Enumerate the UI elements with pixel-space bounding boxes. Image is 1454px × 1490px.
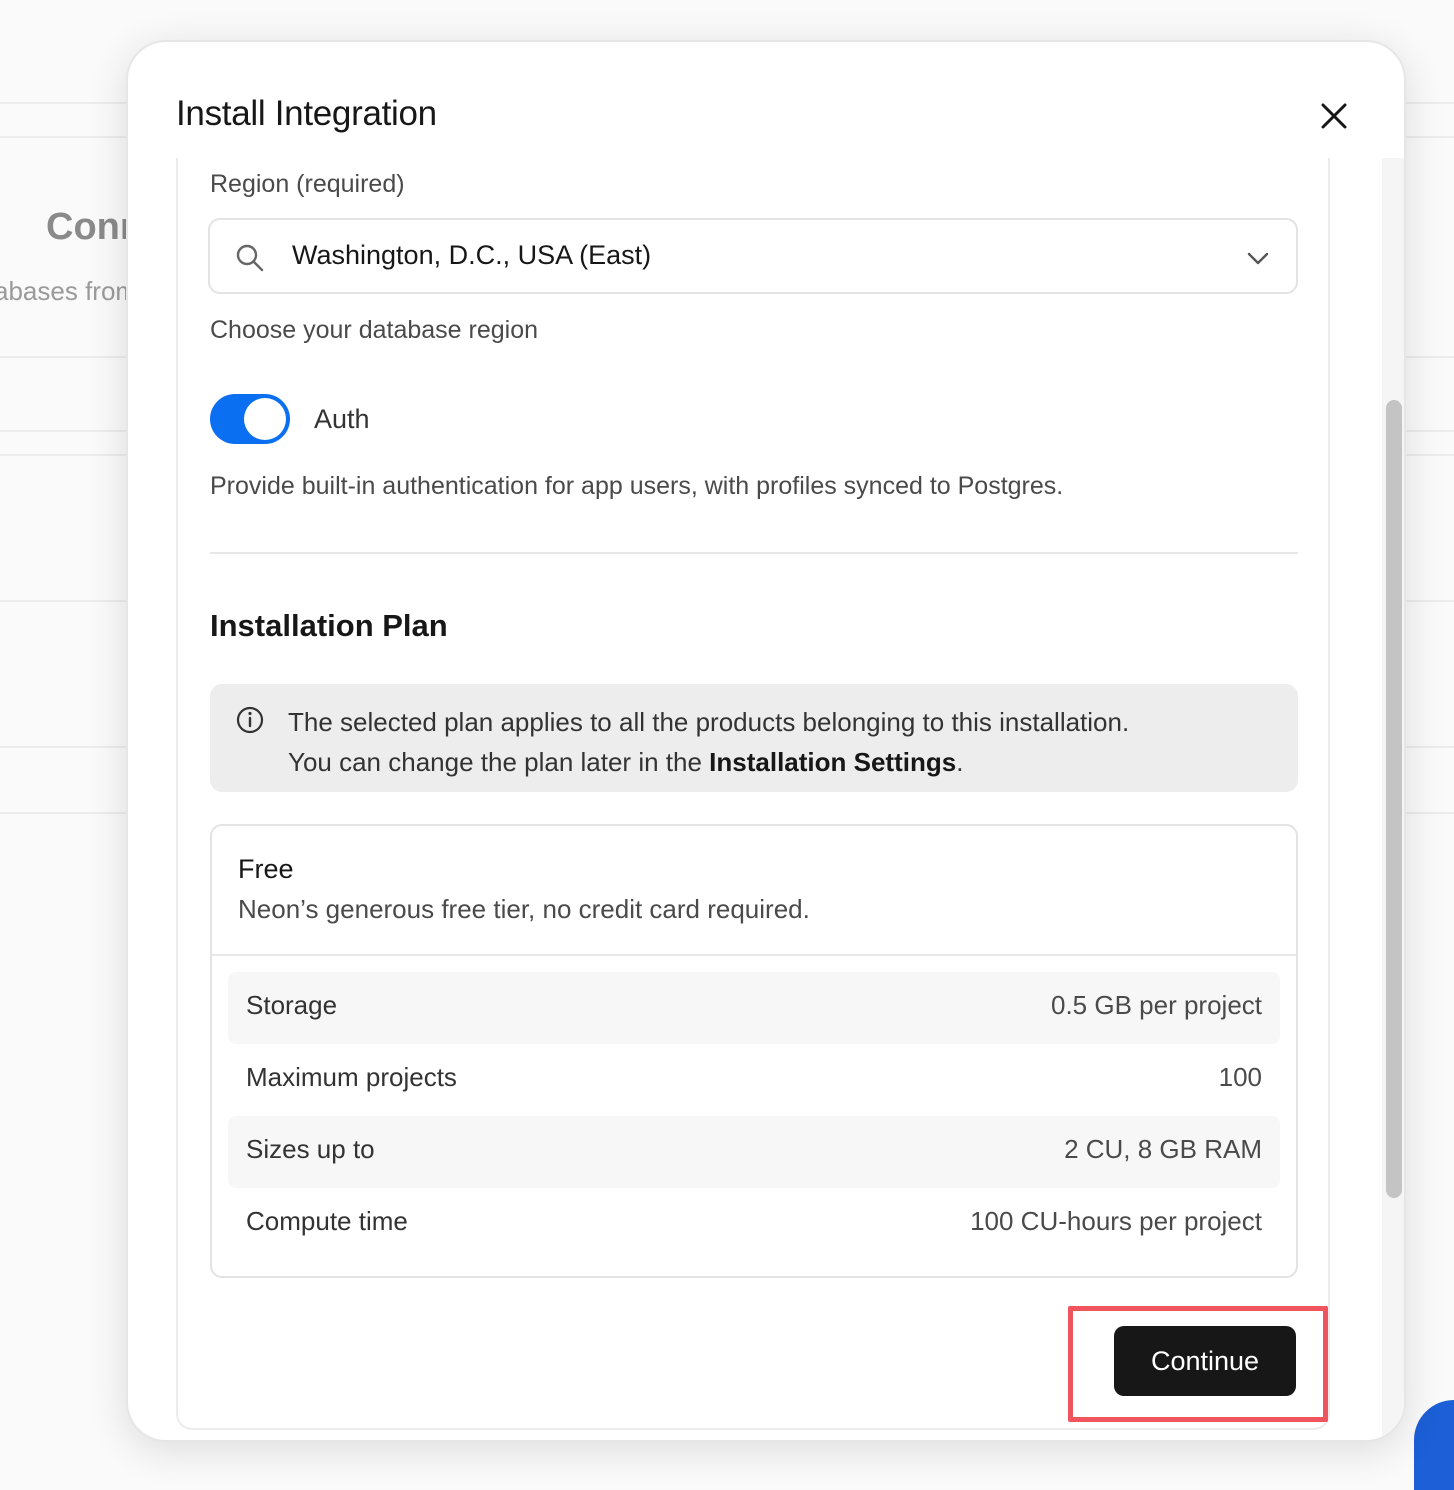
installation-plan-title: Installation Plan: [210, 608, 448, 643]
auth-toggle[interactable]: [210, 394, 290, 444]
feature-label: Maximum projects: [246, 1062, 457, 1092]
notice-line-1: The selected plan applies to all the pro…: [288, 707, 1130, 737]
feature-row: Maximum projects 100: [228, 1044, 1280, 1116]
plan-divider: [212, 954, 1296, 956]
region-select[interactable]: Washington, D.C., USA (East): [208, 218, 1298, 294]
plan-card-free[interactable]: Free Neon’s generous free tier, no credi…: [210, 824, 1298, 1278]
notice-text: The selected plan applies to all the pro…: [288, 702, 1129, 782]
notice-line-2: You can change the plan later in the Ins…: [288, 742, 1129, 782]
section-divider: [210, 552, 1298, 554]
close-icon: [1321, 103, 1347, 129]
continue-button[interactable]: Continue: [1114, 1326, 1296, 1396]
info-icon: [236, 706, 264, 734]
feature-value: 100: [1218, 1062, 1262, 1092]
background-subtext: abases from: [0, 276, 138, 306]
chevron-down-icon: [1247, 252, 1269, 265]
feature-label: Compute time: [246, 1206, 408, 1236]
feature-row: Storage 0.5 GB per project: [228, 972, 1280, 1044]
toggle-knob: [244, 398, 286, 440]
search-icon: [236, 244, 264, 272]
close-button[interactable]: [1314, 96, 1354, 136]
modal-title: Install Integration: [176, 94, 437, 133]
plan-notice: The selected plan applies to all the pro…: [210, 684, 1298, 792]
scrollbar-thumb[interactable]: [1386, 400, 1402, 1198]
background-corner: [1414, 1400, 1454, 1490]
feature-row: Sizes up to 2 CU, 8 GB RAM: [228, 1116, 1280, 1188]
plan-description: Neon’s generous free tier, no credit car…: [238, 894, 810, 924]
feature-value: 100 CU-hours per project: [970, 1206, 1262, 1236]
feature-row: Compute time 100 CU-hours per project: [228, 1188, 1280, 1260]
feature-label: Sizes up to: [246, 1134, 375, 1164]
auth-description: Provide built-in authentication for app …: [210, 472, 1064, 500]
feature-value: 0.5 GB per project: [1051, 990, 1262, 1020]
notice-line-2-prefix: You can change the plan later in the: [288, 747, 710, 777]
notice-line-2-suffix: .: [956, 747, 964, 777]
feature-value: 2 CU, 8 GB RAM: [1064, 1134, 1262, 1164]
auth-label: Auth: [314, 404, 370, 434]
region-label: Region (required): [210, 170, 405, 198]
plan-name: Free: [238, 854, 294, 884]
installation-settings-link[interactable]: Installation Settings: [709, 747, 956, 777]
region-help-text: Choose your database region: [210, 316, 539, 344]
region-value: Washington, D.C., USA (East): [292, 240, 652, 270]
install-integration-modal: Install Integration Region (required) Wa…: [126, 40, 1406, 1442]
feature-label: Storage: [246, 990, 338, 1020]
